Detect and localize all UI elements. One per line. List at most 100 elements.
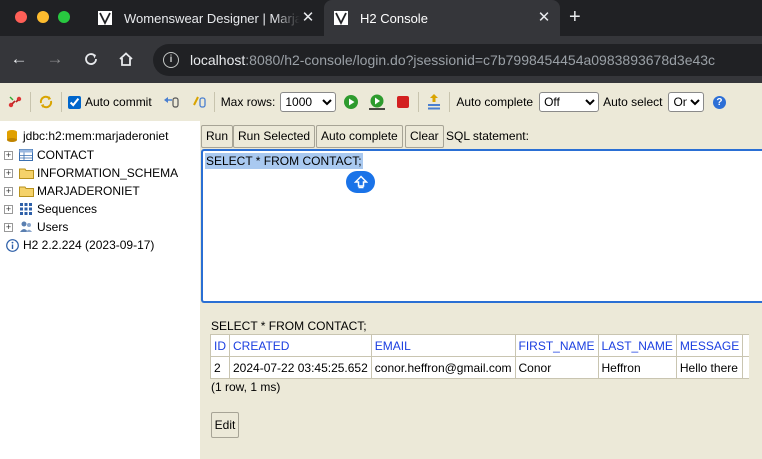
edit-button[interactable]: Edit <box>211 412 239 438</box>
tab-h2-console[interactable]: H2 Console ✕ <box>324 0 560 36</box>
minimize-window-button[interactable] <box>37 11 49 23</box>
sequence-icon <box>18 201 34 217</box>
auto-complete-select[interactable]: Off <box>539 92 600 112</box>
browser-nav-bar: ← → i localhost:8080/h2-console/login.do… <box>0 36 762 83</box>
table-cell: 2 <box>210 356 230 379</box>
h2-logo-icon <box>334 11 348 25</box>
tree-version: H2 2.2.224 (2023-09-17) <box>4 236 154 254</box>
result-summary: (1 row, 1 ms) <box>211 380 281 394</box>
tree-connection[interactable]: jdbc:h2:mem:marjaderoniet <box>4 127 168 145</box>
refresh-icon[interactable] <box>37 93 55 111</box>
expand-icon[interactable]: + <box>4 186 13 196</box>
h2-toolbar: Auto commit Max rows: 1000 Auto complete… <box>0 83 762 121</box>
url-text[interactable]: localhost:8080/h2-console/login.do?jsess… <box>190 52 715 68</box>
auto-complete-button[interactable]: Auto complete <box>316 125 403 148</box>
result-panel: SELECT * FROM CONTACT; ID CREATED EMAIL … <box>200 311 762 459</box>
column-header[interactable] <box>742 334 750 357</box>
commit-icon[interactable] <box>190 93 208 111</box>
back-arrow-icon[interactable]: ← <box>9 49 29 69</box>
toolbar-divider <box>418 92 420 112</box>
table-header-row: ID CREATED EMAIL FIRST_NAME LAST_NAME ME… <box>210 334 750 357</box>
table-icon <box>18 147 34 163</box>
folder-icon <box>18 165 34 181</box>
auto-select-select[interactable]: On <box>668 92 705 112</box>
sql-statement-label: SQL statement: <box>446 129 529 143</box>
auto-complete-label: Auto complete <box>456 95 534 109</box>
tree-item-label: MARJADERONIET <box>37 184 140 198</box>
auto-commit-label: Auto commit <box>85 95 152 109</box>
tab-title: H2 Console <box>360 10 428 26</box>
column-header[interactable]: ID <box>210 334 230 357</box>
table-cell: Heffron <box>597 356 677 379</box>
max-rows-label: Max rows: <box>220 95 276 109</box>
tree-item-label: INFORMATION_SCHEMA <box>37 166 179 180</box>
column-header[interactable]: MESSAGE <box>675 334 744 357</box>
toolbar-divider <box>30 92 31 112</box>
run-button[interactable]: Run <box>201 125 234 148</box>
expand-icon[interactable]: + <box>4 204 13 214</box>
expand-icon[interactable]: + <box>4 222 13 232</box>
sql-text[interactable]: SELECT * FROM CONTACT; <box>205 153 363 169</box>
site-logo-icon <box>98 11 112 25</box>
auto-commit-checkbox[interactable] <box>68 95 81 109</box>
result-table: ID CREATED EMAIL FIRST_NAME LAST_NAME ME… <box>210 334 750 379</box>
query-panel: Run Run Selected Auto complete Clear SQL… <box>200 121 762 311</box>
table-cell: conor.heffron@gmail.com <box>370 356 516 379</box>
tab-close-icon[interactable]: ✕ <box>536 10 552 26</box>
rollback-icon[interactable] <box>162 93 180 111</box>
table-cell: Conor <box>514 356 599 379</box>
tree-item-marjaderoniet[interactable]: + MARJADERONIET <box>4 182 140 200</box>
connection-url: jdbc:h2:mem:marjaderoniet <box>23 129 169 143</box>
sql-editor[interactable]: SELECT * FROM CONTACT; <box>201 149 762 303</box>
result-statement: SELECT * FROM CONTACT; <box>211 319 367 333</box>
table-cell: Hello there <box>675 356 744 379</box>
close-window-button[interactable] <box>15 11 27 23</box>
history-icon[interactable] <box>425 93 443 111</box>
clear-button[interactable]: Clear <box>405 125 444 148</box>
tree-item-information-schema[interactable]: + INFORMATION_SCHEMA <box>4 164 178 182</box>
schema-tree: jdbc:h2:mem:marjaderoniet + CONTACT + IN… <box>0 121 200 459</box>
tab-close-icon[interactable]: ✕ <box>300 10 316 26</box>
browser-tab-bar: Womenswear Designer | Marjaderoniet ✕ H2… <box>0 0 762 36</box>
toolbar-divider <box>449 92 451 112</box>
toolbar-divider <box>61 92 62 112</box>
expand-icon[interactable]: + <box>4 150 13 160</box>
reload-icon[interactable] <box>81 49 101 69</box>
tree-item-sequences[interactable]: + Sequences <box>4 200 97 218</box>
column-header[interactable]: FIRST_NAME <box>514 334 599 357</box>
disconnect-icon[interactable] <box>6 93 24 111</box>
toolbar-divider <box>213 92 215 112</box>
tree-item-label: Sequences <box>37 202 98 216</box>
home-icon[interactable] <box>116 49 136 69</box>
tab-womenswear-designer[interactable]: Womenswear Designer | Marjaderoniet ✕ <box>88 0 324 36</box>
column-header[interactable]: CREATED <box>229 334 372 357</box>
table-cell: 2024-07-22 03:45:25.652 <box>229 356 372 379</box>
site-info-icon[interactable]: i <box>163 52 179 68</box>
folder-icon <box>18 183 34 199</box>
tree-item-label: Users <box>37 220 69 234</box>
run-icon[interactable] <box>342 93 360 111</box>
run-selected-icon[interactable] <box>368 93 386 111</box>
forward-arrow-icon[interactable]: → <box>45 49 65 69</box>
auto-select-label: Auto select <box>603 95 663 109</box>
tab-title: Womenswear Designer | Marjaderoniet <box>124 10 300 26</box>
column-header[interactable]: EMAIL <box>370 334 516 357</box>
text-selection-handle-icon[interactable] <box>346 171 375 193</box>
tree-item-contact[interactable]: + CONTACT <box>4 146 94 164</box>
help-icon[interactable]: ? <box>710 93 728 111</box>
tree-item-users[interactable]: + Users <box>4 218 68 236</box>
run-selected-button[interactable]: Run Selected <box>233 125 316 148</box>
tree-item-label: CONTACT <box>37 148 95 162</box>
new-tab-button[interactable]: + <box>569 7 581 27</box>
expand-icon[interactable]: + <box>4 168 13 178</box>
address-bar[interactable]: i localhost:8080/h2-console/login.do?jse… <box>153 44 762 76</box>
maximize-window-button[interactable] <box>58 11 70 23</box>
column-header[interactable]: LAST_NAME <box>597 334 677 357</box>
version-label: H2 2.2.224 (2023-09-17) <box>23 238 155 252</box>
info-icon <box>4 237 20 253</box>
max-rows-select[interactable]: 1000 <box>280 92 337 112</box>
stop-icon[interactable] <box>394 93 412 111</box>
database-icon <box>4 128 20 144</box>
users-icon <box>18 219 34 235</box>
table-cell <box>742 356 750 379</box>
